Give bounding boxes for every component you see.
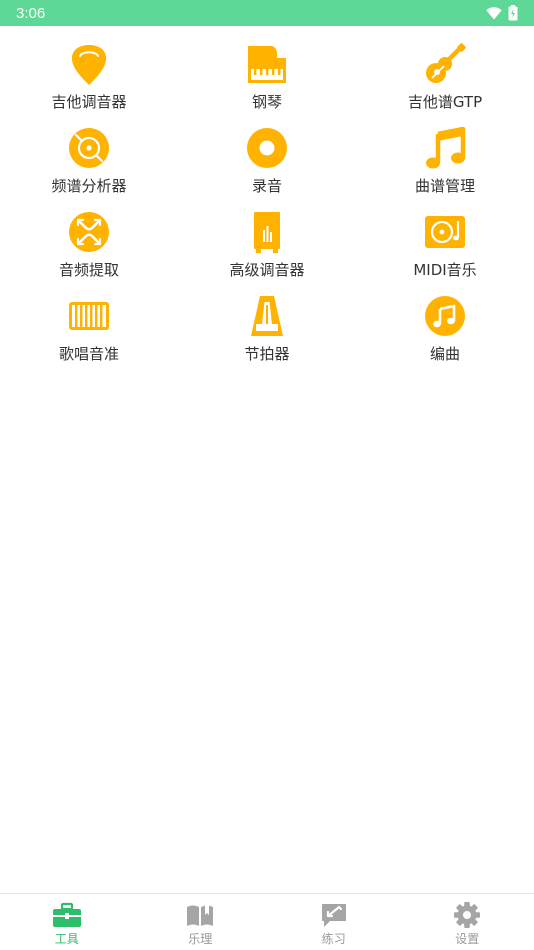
tool-metronome[interactable]: 节拍器 [178,282,356,366]
tool-label: 钢琴 [251,93,282,111]
tool-audio-extract[interactable]: 音频提取 [0,198,178,282]
piano-icon [245,42,289,86]
tool-singing-pitch[interactable]: 歌唱音准 [0,282,178,366]
nav-theory[interactable]: 乐理 [134,894,268,950]
status-time: 3:06 [16,4,46,22]
tool-label: 曲谱管理 [414,177,475,195]
nav-label: 设置 [455,932,480,946]
guitar-pick-icon [67,42,111,86]
tool-record[interactable]: 录音 [178,114,356,198]
nav-label: 工具 [54,932,79,946]
tool-score-management[interactable]: 曲谱管理 [356,114,534,198]
tool-guitar-tab[interactable]: 吉他谱GTP [356,30,534,114]
nav-label: 练习 [321,932,346,946]
compose-note-icon [423,294,467,338]
music-note-icon [423,126,467,170]
spectrum-disc-icon [67,126,111,170]
tool-label: 高级调音器 [229,261,305,279]
nav-label: 乐理 [188,932,213,946]
tool-label: 歌唱音准 [58,345,119,363]
status-bar: 3:06 [0,0,534,26]
tool-spectrum-analyzer[interactable]: 频谱分析器 [0,114,178,198]
status-icons [486,5,518,21]
tool-midi-music[interactable]: MIDI音乐 [356,198,534,282]
tool-label: 录音 [251,177,282,195]
battery-icon [508,5,518,21]
tool-label: 吉他谱GTP [407,93,483,111]
metronome-icon [245,294,289,338]
tool-label: 吉他调音器 [51,93,127,111]
toolbox-icon [52,901,82,929]
book-icon [185,901,215,929]
tool-advanced-tuner[interactable]: 高级调音器 [178,198,356,282]
midi-player-icon [423,210,467,254]
keyboard-icon [67,294,111,338]
bottom-nav: 工具 乐理 练习 设置 [0,893,534,950]
practice-icon [319,901,349,929]
tool-label: 编曲 [429,345,460,363]
record-icon [245,126,289,170]
tool-grid: 吉他调音器 钢琴 吉他谱GTP 频谱分析器 录音 曲谱管理 音频提取 高级调音器… [0,30,534,366]
nav-tools[interactable]: 工具 [0,894,134,950]
advanced-tuner-icon [245,210,289,254]
tool-piano[interactable]: 钢琴 [178,30,356,114]
audio-extract-icon [67,210,111,254]
tool-label: 频谱分析器 [51,177,127,195]
guitar-icon [423,42,467,86]
tool-guitar-tuner[interactable]: 吉他调音器 [0,30,178,114]
nav-settings[interactable]: 设置 [401,894,534,950]
gear-icon [452,901,482,929]
tool-label: MIDI音乐 [413,261,477,279]
tool-label: 音频提取 [58,261,119,279]
wifi-icon [486,6,502,19]
tool-compose[interactable]: 编曲 [356,282,534,366]
nav-practice[interactable]: 练习 [267,894,401,950]
tool-label: 节拍器 [244,345,290,363]
